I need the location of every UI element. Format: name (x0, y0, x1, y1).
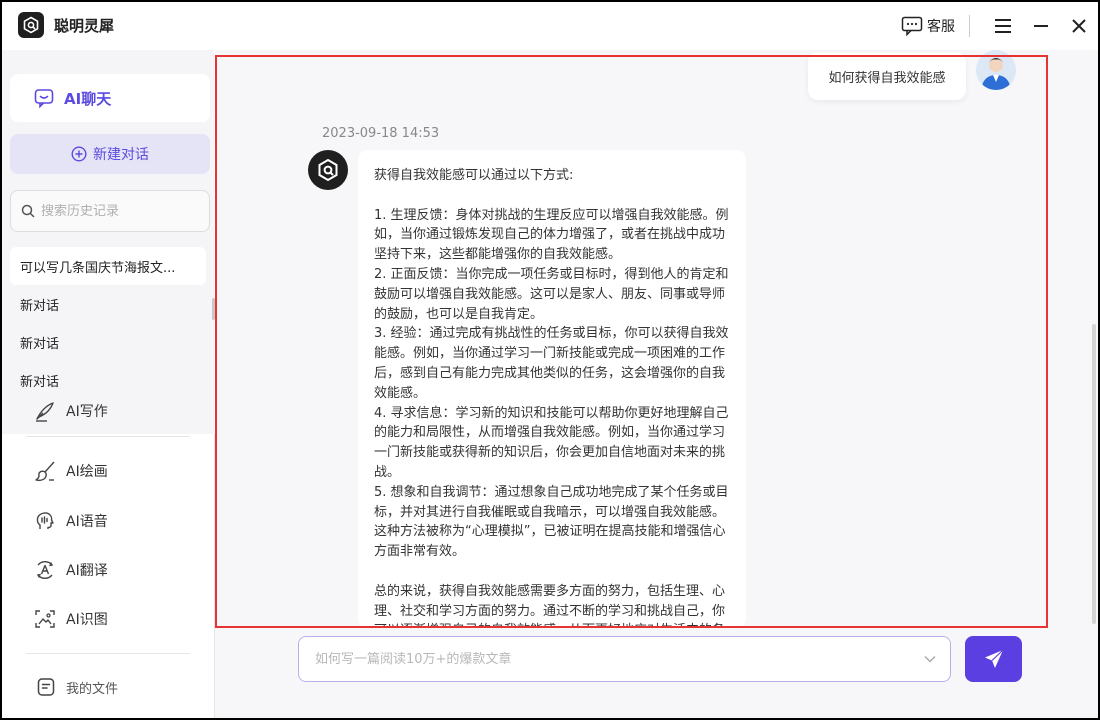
history-item[interactable]: 新对话 (10, 285, 206, 323)
tool-label: AI识图 (66, 612, 108, 628)
history-item-label: 新对话 (20, 298, 60, 314)
tool-ai-translate[interactable]: AI翻译 (34, 559, 108, 581)
history-item[interactable]: 新对话 (10, 361, 206, 399)
search-input[interactable] (41, 203, 191, 219)
customer-service-label: 客服 (927, 19, 955, 35)
chevron-down-icon (924, 655, 936, 663)
tool-label: AI语音 (66, 514, 108, 530)
expand-button[interactable] (910, 637, 950, 681)
minimize-button[interactable] (1022, 2, 1060, 50)
app-title: 聪明灵犀 (54, 17, 115, 35)
send-icon (984, 649, 1003, 668)
tool-divider (26, 436, 190, 437)
history-item-label: 可以写几条国庆节海报文... (20, 260, 176, 276)
chat-scrollbar[interactable] (1092, 324, 1096, 624)
pen-icon (36, 402, 54, 422)
sidebar: AI聊天 新建对话 可以写几条国庆节海报文... 新对话 新对话 新对话 AI写… (2, 50, 217, 718)
nav-ai-chat-label: AI聊天 (64, 89, 112, 108)
my-files-link[interactable]: 我的文件 (36, 677, 118, 697)
tool-ai-image-recognition[interactable]: AI识图 (34, 608, 108, 630)
scan-image-icon (35, 610, 55, 628)
customer-service-button[interactable]: 客服 (901, 16, 955, 36)
chat-bubble-icon (901, 16, 923, 36)
file-icon (37, 678, 55, 696)
history-item-label: 新对话 (20, 374, 60, 390)
tool-label: AI写作 (66, 404, 108, 420)
new-chat-button[interactable]: 新建对话 (10, 134, 210, 174)
tool-ai-voice[interactable]: AI语音 (34, 510, 108, 532)
chat-icon (34, 89, 54, 108)
search-icon (21, 204, 35, 218)
plus-circle-icon (71, 146, 87, 162)
message-input-box (298, 636, 951, 682)
tool-ai-writing[interactable]: AI写作 (34, 400, 108, 422)
highlight-box (215, 55, 1048, 628)
my-files-label: 我的文件 (66, 681, 119, 697)
history-item[interactable]: 可以写几条国庆节海报文... (10, 247, 206, 285)
voice-head-icon (36, 512, 54, 529)
app-logo-icon (18, 12, 44, 38)
nav-ai-chat[interactable]: AI聊天 (10, 74, 210, 122)
titlebar-divider (969, 15, 970, 37)
history-item[interactable]: 新对话 (10, 323, 206, 361)
app-window: 聪明灵犀 客服 AI聊天 新建对话 搜索历史记录 可以写几条国庆节海报文... … (0, 0, 1100, 720)
brush-icon (35, 461, 55, 482)
message-input[interactable] (315, 651, 910, 667)
tool-label: AI绘画 (66, 464, 108, 480)
close-button[interactable] (1060, 2, 1098, 50)
history-item-label: 新对话 (20, 336, 60, 352)
minimize-icon (1034, 25, 1048, 27)
tool-label: AI翻译 (66, 563, 108, 579)
tool-divider (26, 653, 190, 654)
translate-icon (36, 561, 54, 579)
close-icon (1072, 19, 1086, 33)
history-search (10, 190, 210, 232)
hamburger-menu-icon (995, 19, 1011, 33)
send-button[interactable] (965, 636, 1022, 682)
new-chat-label: 新建对话 (93, 147, 149, 163)
title-bar: 聪明灵犀 客服 (2, 2, 1098, 50)
menu-button[interactable] (984, 2, 1022, 50)
tool-ai-drawing[interactable]: AI绘画 (34, 460, 108, 482)
